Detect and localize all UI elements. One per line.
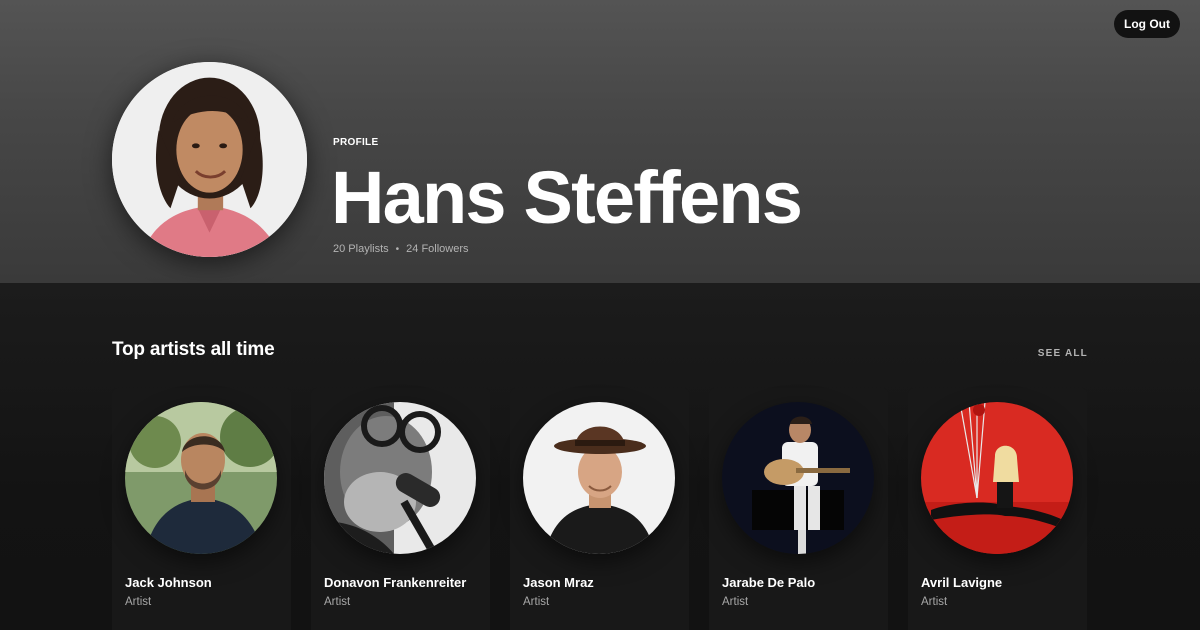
- artist-type: Artist: [523, 596, 550, 608]
- artist-name: Jason Mraz: [523, 575, 594, 590]
- artist-card[interactable]: Jason Mraz Artist: [510, 388, 689, 630]
- artist-image: [722, 402, 874, 554]
- artist-image: [523, 402, 675, 554]
- artist-name: Jarabe De Palo: [722, 575, 816, 590]
- logout-button[interactable]: Log Out: [1114, 10, 1180, 38]
- section-title[interactable]: Top artists all time: [112, 339, 275, 361]
- stats-separator: •: [395, 243, 400, 255]
- artist-name: Jack Johnson: [125, 575, 212, 590]
- profile-page: Log Out PROFILE Hans Steffens 20 Playlis…: [0, 0, 1200, 630]
- artist-type: Artist: [125, 596, 152, 608]
- artist-type: Artist: [921, 596, 948, 608]
- artist-card[interactable]: Avril Lavigne Artist: [908, 388, 1087, 630]
- artist-image: [324, 402, 476, 554]
- artist-name: Donavon Frankenreiter: [324, 575, 467, 590]
- profile-kicker: PROFILE: [333, 137, 379, 148]
- profile-header: Log Out PROFILE Hans Steffens 20 Playlis…: [0, 0, 1200, 283]
- profile-avatar[interactable]: [112, 62, 307, 257]
- artist-card-row: Jack Johnson Artist Donavon Frankenreite…: [112, 388, 1087, 630]
- artist-image: [921, 402, 1073, 554]
- profile-content: Top artists all time SEE ALL Jack Johnso…: [0, 283, 1200, 630]
- artist-image: [125, 402, 277, 554]
- playlists-count[interactable]: 20 Playlists: [333, 243, 389, 255]
- artist-type: Artist: [722, 596, 749, 608]
- artist-card[interactable]: Jarabe De Palo Artist: [709, 388, 888, 630]
- artist-name: Avril Lavigne: [921, 575, 1003, 590]
- followers-count[interactable]: 24 Followers: [406, 243, 468, 255]
- see-all-link[interactable]: SEE ALL: [1038, 348, 1088, 359]
- artist-card[interactable]: Donavon Frankenreiter Artist: [311, 388, 490, 630]
- artist-card[interactable]: Jack Johnson Artist: [112, 388, 291, 630]
- profile-photo: [112, 62, 307, 257]
- profile-name: Hans Steffens: [331, 156, 803, 239]
- profile-stats: 20 Playlists • 24 Followers: [333, 243, 469, 255]
- artist-type: Artist: [324, 596, 351, 608]
